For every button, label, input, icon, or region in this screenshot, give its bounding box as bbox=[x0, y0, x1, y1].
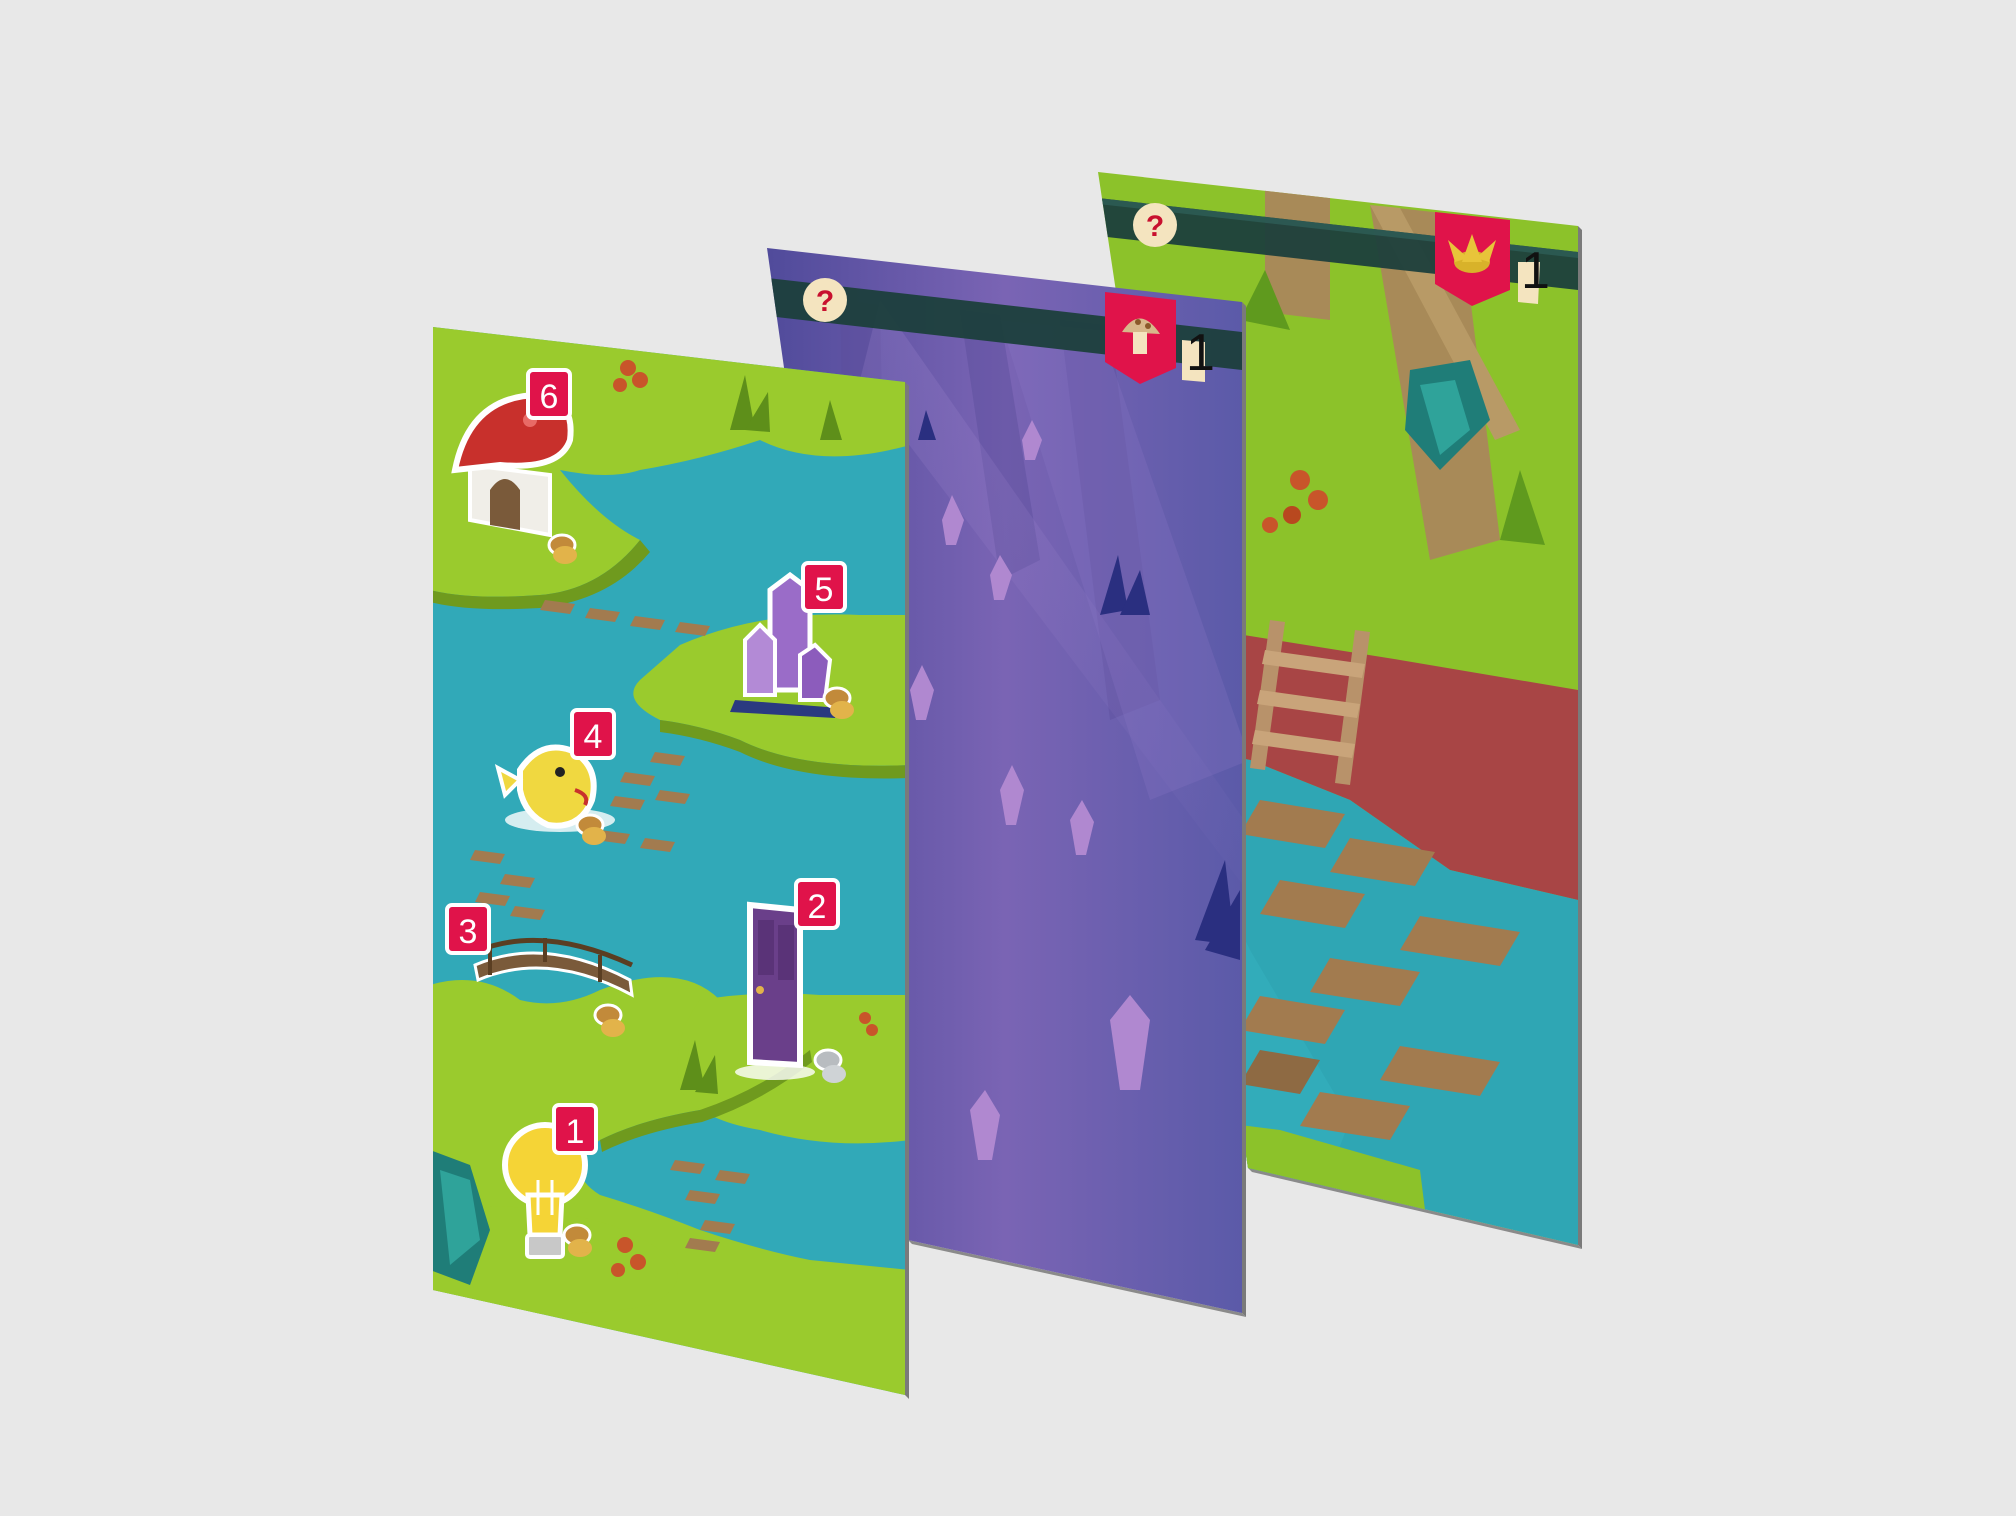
level-badge: 3 bbox=[445, 903, 491, 955]
help-label: ? bbox=[1146, 210, 1164, 243]
level-number: 2 bbox=[808, 888, 827, 926]
level-number: 1 bbox=[566, 1113, 585, 1151]
help-label: ? bbox=[816, 285, 834, 318]
level-badge: 5 bbox=[801, 561, 847, 613]
help-button-river[interactable]: ? bbox=[1133, 203, 1177, 247]
level-number: 3 bbox=[459, 913, 478, 951]
purple-door-icon bbox=[735, 901, 815, 1080]
collectible-count: 1 bbox=[1186, 324, 1215, 382]
level-badge: 2 bbox=[794, 878, 840, 930]
level-badge: 4 bbox=[570, 708, 616, 760]
help-button-forest[interactable]: ? bbox=[803, 278, 847, 322]
level-number: 5 bbox=[815, 571, 834, 609]
mockup-stage: ? 1 ? 1 6 5 4 3 2 1 bbox=[0, 0, 2016, 1516]
mockup-svg: ? 1 ? 1 6 5 4 3 2 1 bbox=[433, 172, 1582, 1399]
level-number: 4 bbox=[584, 718, 603, 756]
collectible-count: 1 bbox=[1521, 242, 1550, 300]
map-screen: 6 5 4 3 2 1 bbox=[433, 327, 909, 1399]
level-number: 6 bbox=[540, 378, 559, 416]
level-badge: 6 bbox=[526, 368, 572, 420]
level-badge: 1 bbox=[552, 1103, 598, 1155]
